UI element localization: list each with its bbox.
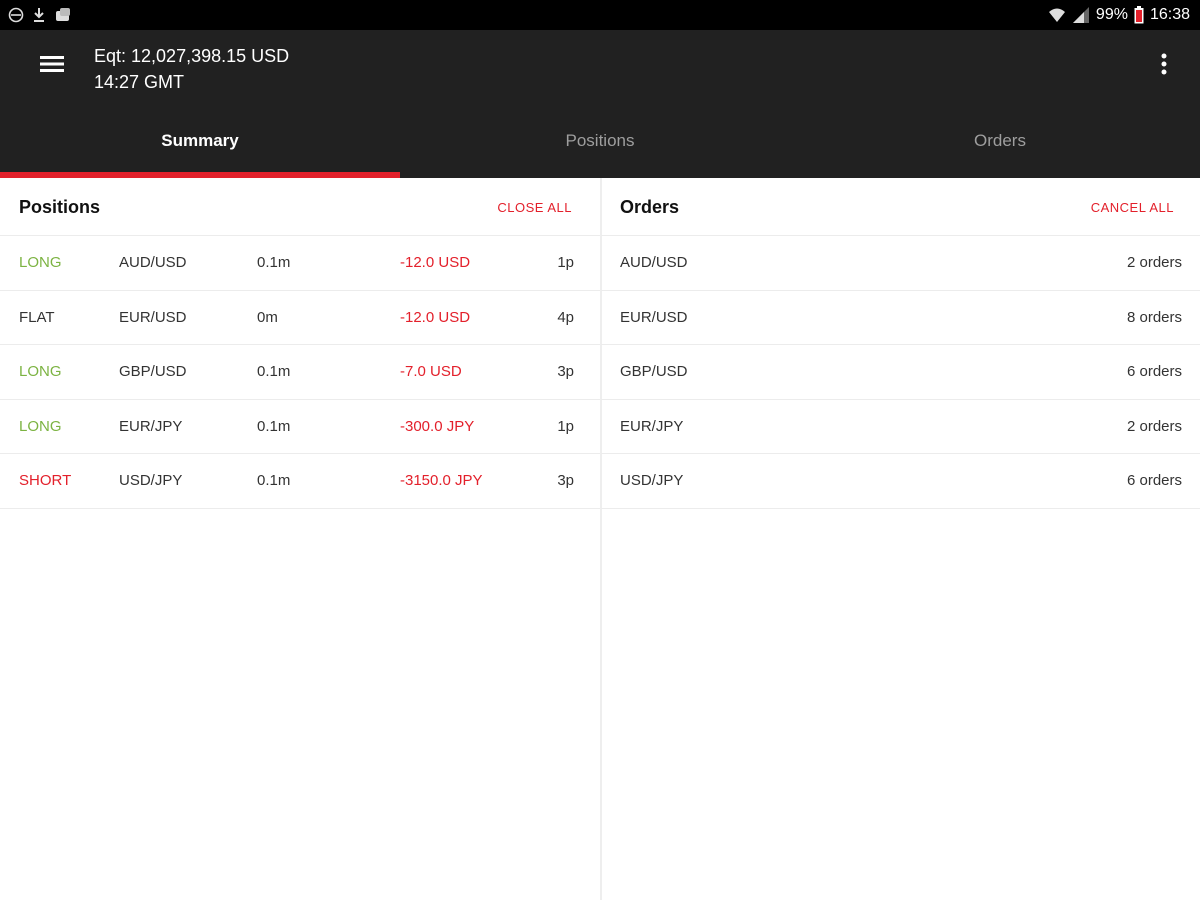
close-all-button[interactable]: CLOSE ALL — [497, 200, 572, 215]
more-vert-icon — [1161, 53, 1167, 80]
equity-value: Eqt: 12,027,398.15 USD — [94, 46, 290, 66]
position-pl: -12.0 USD — [400, 254, 471, 271]
position-row[interactable]: SHORT USD/JPY 0.1m -3150.0 JPY 3p — [0, 454, 600, 509]
order-pair: USD/JPY — [620, 472, 684, 489]
status-bar: 99% 16:38 — [0, 0, 1200, 30]
status-bar-system: 99% 16:38 — [1048, 5, 1190, 25]
position-size: 0.1m — [257, 472, 291, 489]
order-row[interactable]: AUD/USD 2 orders — [601, 236, 1200, 291]
position-pips: 1p — [557, 417, 574, 435]
tab-summary[interactable]: Summary — [0, 114, 400, 178]
position-pips: 3p — [557, 472, 574, 489]
order-count: 2 orders — [1126, 254, 1182, 271]
download-icon — [32, 7, 46, 23]
tab-positions[interactable]: Positions — [400, 114, 800, 178]
order-pair: GBP/USD — [620, 363, 688, 380]
position-size: 0.1m — [257, 417, 291, 435]
position-pips: 3p — [557, 363, 574, 380]
tab-bar: Summary Positions Orders — [0, 114, 1200, 178]
positions-panel-header: Positions CLOSE ALL — [0, 178, 600, 236]
position-direction: LONG — [19, 363, 62, 380]
order-pair: EUR/USD — [620, 308, 688, 326]
position-pl: -300.0 JPY — [400, 417, 475, 435]
position-direction: LONG — [19, 417, 62, 435]
order-pair: AUD/USD — [620, 254, 688, 271]
orders-panel: Orders CANCEL ALL AUD/USD 2 orders EUR/U… — [601, 178, 1200, 900]
app-notification-icon — [54, 7, 72, 23]
orders-panel-title: Orders — [620, 197, 680, 217]
position-pips: 1p — [557, 254, 574, 271]
hamburger-menu-icon — [40, 55, 64, 78]
order-row[interactable]: GBP/USD 6 orders — [601, 345, 1200, 400]
position-pair: EUR/USD — [119, 308, 187, 326]
battery-percent: 99% — [1095, 6, 1128, 23]
order-row[interactable]: EUR/JPY 2 orders — [601, 400, 1200, 454]
position-pair: USD/JPY — [119, 472, 183, 489]
orders-panel-header: Orders CANCEL ALL — [601, 178, 1200, 236]
order-pair: EUR/JPY — [620, 417, 684, 435]
position-direction: LONG — [19, 254, 62, 271]
order-row[interactable]: EUR/USD 8 orders — [601, 291, 1200, 345]
battery-icon — [1134, 6, 1144, 24]
position-row[interactable]: LONG GBP/USD 0.1m -7.0 USD 3p — [0, 345, 600, 400]
tab-orders[interactable]: Orders — [800, 114, 1200, 178]
position-direction: SHORT — [19, 472, 72, 489]
menu-button[interactable] — [34, 50, 70, 82]
positions-panel: Positions CLOSE ALL LONG AUD/USD 0.1m -1… — [0, 178, 600, 900]
position-pair: EUR/JPY — [119, 417, 183, 435]
positions-panel-title: Positions — [19, 197, 101, 217]
cancel-all-button[interactable]: CANCEL ALL — [1091, 200, 1174, 215]
server-time: 14:27 GMT — [94, 72, 185, 92]
account-summary: Eqt: 12,027,398.15 USD 14:27 GMT — [94, 43, 289, 95]
tab-summary-label: Summary — [161, 131, 239, 150]
position-size: 0.1m — [257, 254, 291, 271]
position-size: 0.1m — [257, 363, 291, 380]
app-bar: Eqt: 12,027,398.15 USD 14:27 GMT Summary… — [0, 30, 1200, 178]
position-row[interactable]: LONG AUD/USD 0.1m -12.0 USD 1p — [0, 236, 600, 291]
position-pl: -3150.0 JPY — [400, 472, 483, 489]
position-pl: -12.0 USD — [400, 308, 471, 326]
order-count: 2 orders — [1126, 417, 1182, 435]
order-row[interactable]: USD/JPY 6 orders — [601, 454, 1200, 509]
sync-icon — [8, 7, 24, 23]
status-bar-notifications — [8, 6, 72, 24]
signal-icon — [1072, 6, 1090, 24]
order-count: 8 orders — [1126, 308, 1182, 326]
wifi-icon — [1048, 6, 1066, 24]
overflow-menu-button[interactable] — [1150, 50, 1178, 82]
position-pair: GBP/USD — [119, 363, 187, 380]
position-row[interactable]: LONG EUR/JPY 0.1m -300.0 JPY 1p — [0, 400, 600, 454]
order-count: 6 orders — [1126, 472, 1182, 489]
position-pips: 4p — [557, 308, 574, 326]
position-row[interactable]: FLAT EUR/USD 0m -12.0 USD 4p — [0, 291, 600, 345]
position-pair: AUD/USD — [119, 254, 187, 271]
clock: 16:38 — [1149, 6, 1190, 23]
position-direction: FLAT — [19, 308, 55, 326]
position-size: 0m — [257, 308, 278, 326]
tab-orders-label: Orders — [974, 131, 1026, 150]
order-count: 6 orders — [1126, 363, 1182, 380]
position-pl: -7.0 USD — [400, 363, 462, 380]
tab-positions-label: Positions — [565, 131, 635, 150]
